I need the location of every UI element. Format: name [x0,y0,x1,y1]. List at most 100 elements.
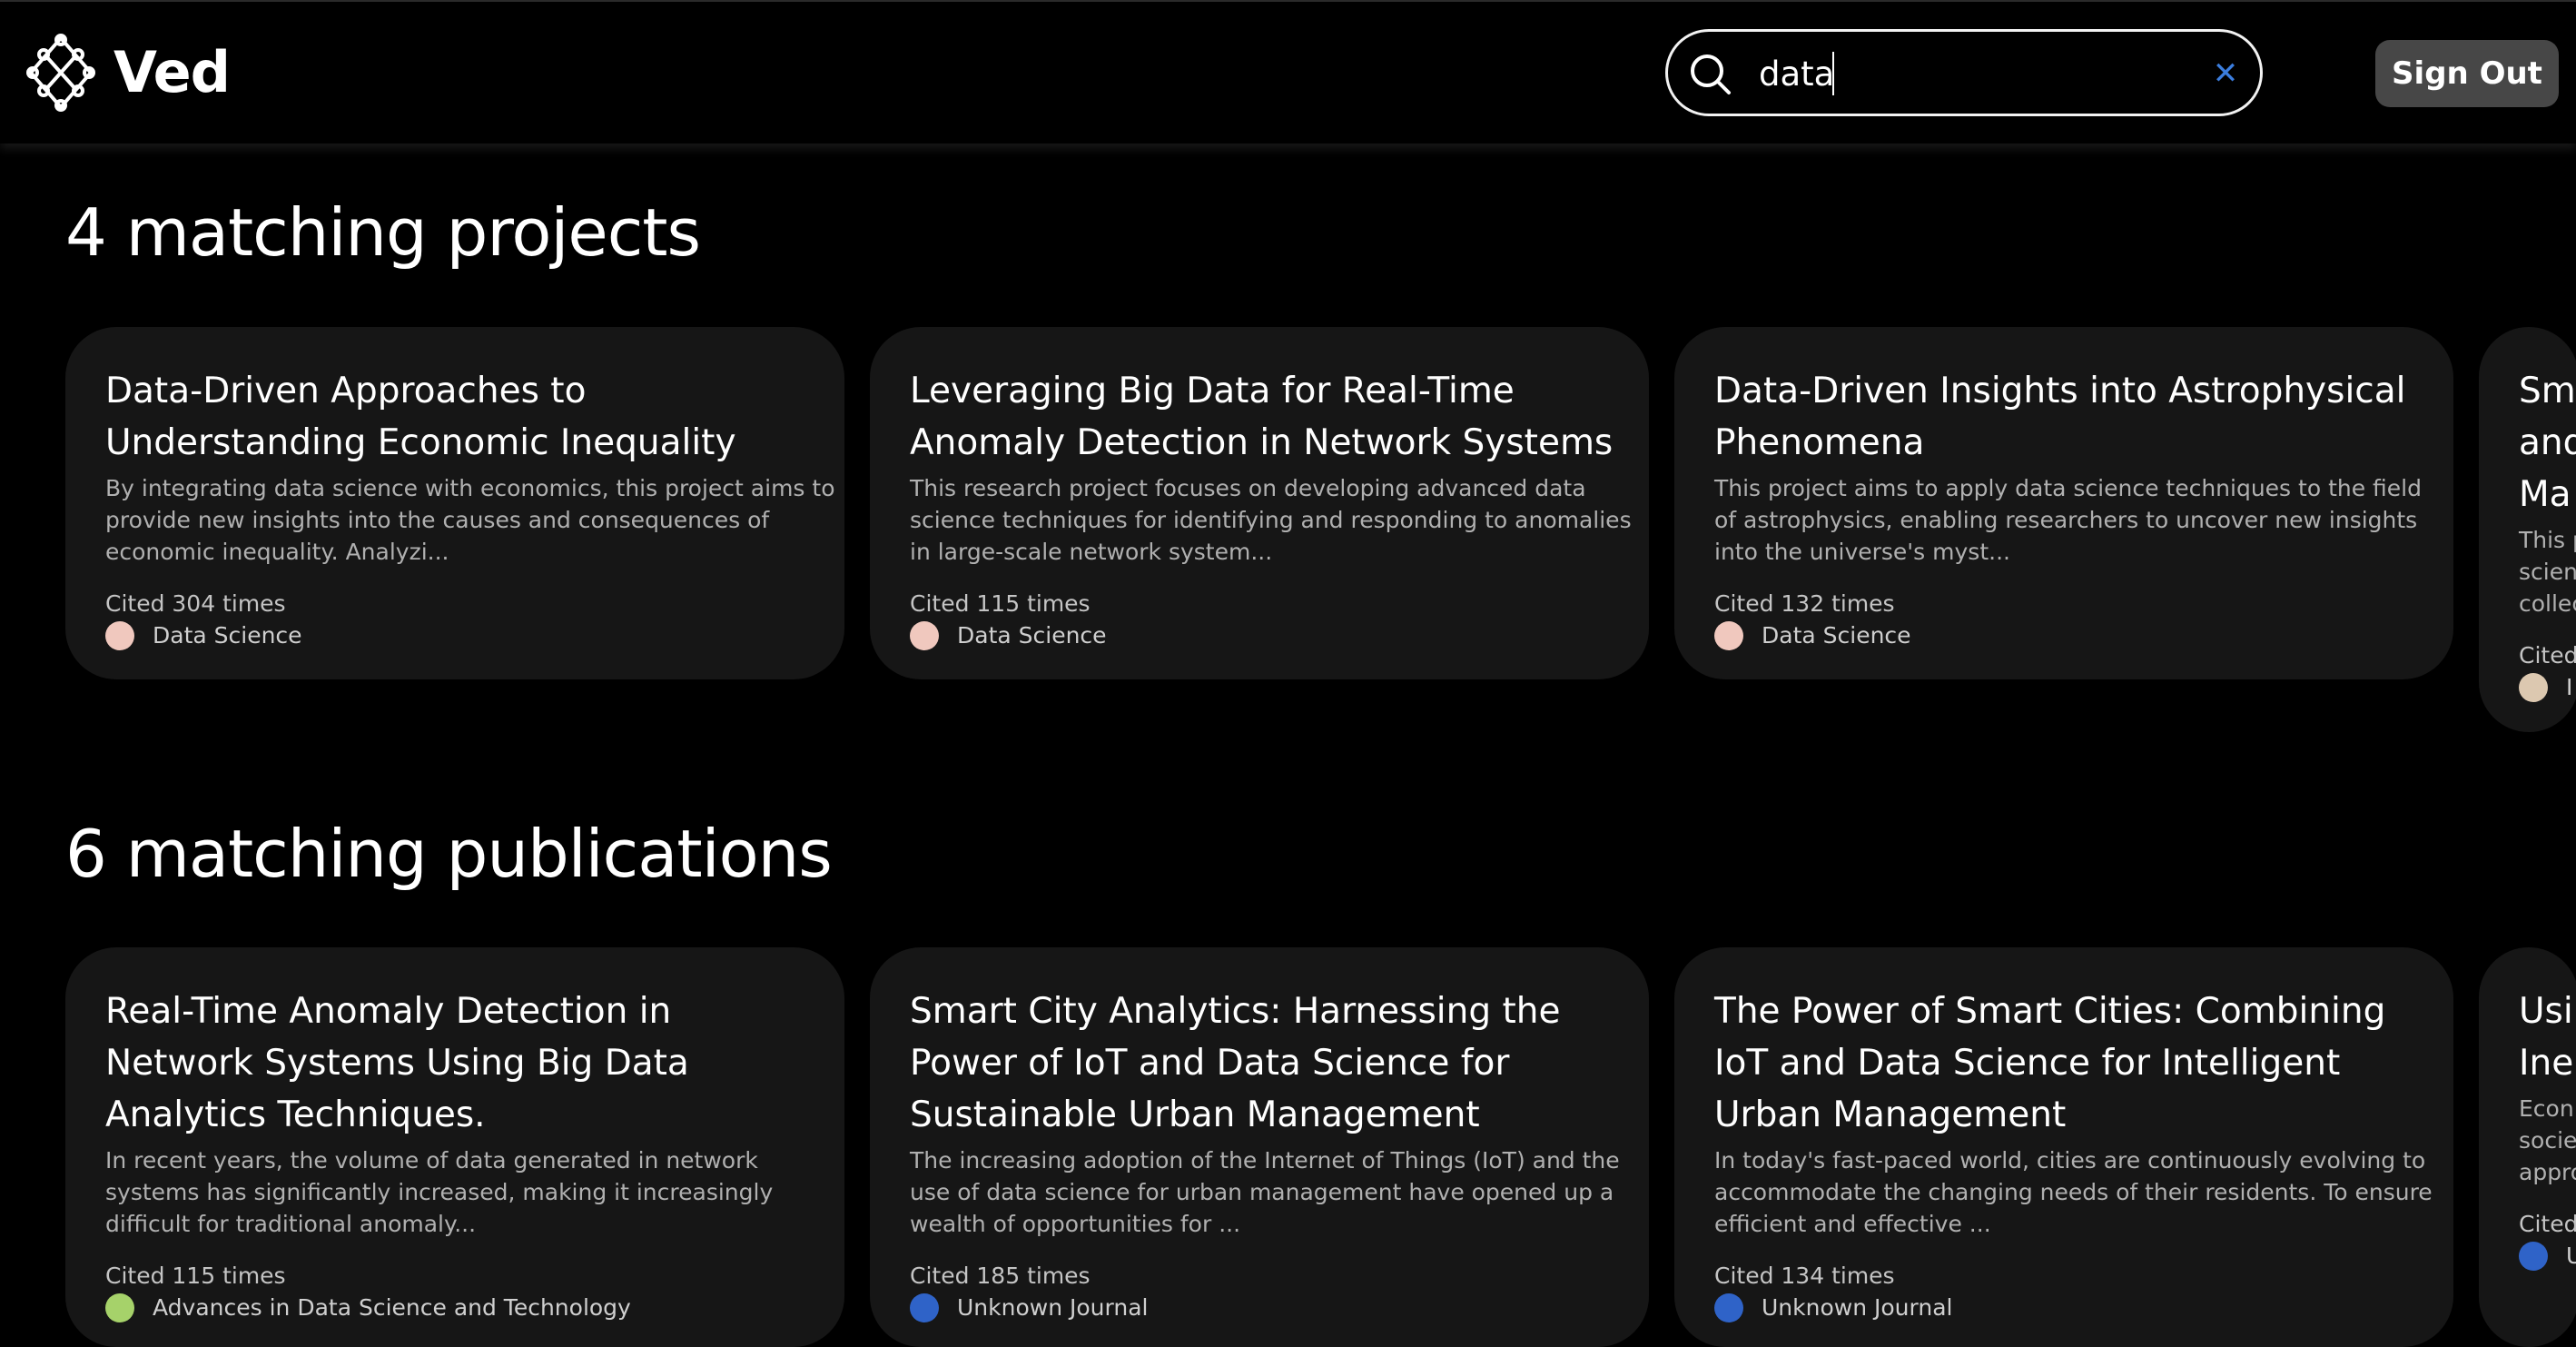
card-description: This research project focuses on develop… [910,472,1632,568]
top-bar: Ved ✕ Sign Out [0,0,2576,144]
card-description-line: accommodate the changing needs of their … [1714,1179,2433,1205]
card-description-line: In recent years, the volume of data gene… [105,1147,758,1174]
citation-count: Cited 134 times [1714,1263,1895,1289]
card-tag: Data Science [910,619,1609,651]
card-description: In today's fast-paced world, cities are … [1714,1144,2433,1240]
tag-color-dot [105,1293,134,1322]
tag-label: Unknown Journal [957,1294,1149,1321]
card-title-line: Ma [2519,474,2571,515]
card-description-line: This research project focuses on develop… [910,475,1586,501]
app-logo-text[interactable]: Ved [114,35,231,111]
card-description-line: This project aims to apply data science … [1714,475,2422,501]
card-title: Usi Ine [2519,985,2576,1089]
card-tag: Advances in Data Science and Technology [105,1292,804,1323]
card-title-line: Anomaly Detection in Network Systems [910,422,1614,463]
search-icon [1691,54,1731,94]
card-title: Data-Driven Insights into Astrophysical P… [1714,365,2413,469]
sign-out-button[interactable]: Sign Out [2375,40,2559,107]
project-card[interactable]: Data-Driven Insights into Astrophysical P… [1674,327,2453,679]
card-description-line: This p [2519,527,2576,553]
card-title-line: and [2519,422,2576,463]
project-card[interactable]: Data-Driven Approaches to Understanding E… [65,327,844,679]
card-title-line: Data-Driven Approaches to [105,371,587,411]
card-title-line: Network Systems Using Big Data [105,1043,689,1084]
tag-color-dot [1714,1293,1743,1322]
card-title-line: Analytics Techniques. [105,1094,486,1135]
tag-label: Advances in Data Science and Technology [153,1294,631,1321]
card-description-line: collec [2519,590,2576,617]
card-description-line: In today's fast-paced world, cities are … [1714,1147,2426,1174]
card-title: Smart City Analytics: Harnessing the Powe… [910,985,1609,1141]
card-description: The increasing adoption of the Internet … [910,1144,1620,1240]
publication-card[interactable]: Usi Ine Econ socie appro Cited U [2479,947,2576,1347]
tag-label: U [2566,1243,2576,1269]
card-description: In recent years, the volume of data gene… [105,1144,804,1240]
citation-count: Cited 132 times [1714,590,1895,617]
card-title: Sm and Ma [2519,365,2576,520]
project-card[interactable]: Sm and Ma This p scien collec Cited I [2479,327,2576,732]
project-card[interactable]: Leveraging Big Data for Real-Time Anomaly… [870,327,1649,679]
card-description-line: Econ [2519,1095,2574,1122]
citation-count: Cited 115 times [105,1263,286,1289]
card-description: This p scien collec [2519,524,2576,619]
search-input[interactable] [1759,48,2176,99]
card-title-line: Phenomena [1714,422,1925,463]
card-title: Data-Driven Approaches to Understanding E… [105,365,804,469]
card-title-line: Data-Driven Insights into Astrophysical [1714,371,2406,411]
citation-count: Cited 304 times [105,590,286,617]
knot-logo-icon[interactable] [25,33,96,113]
card-title-line: Ine [2519,1043,2574,1084]
publication-card[interactable]: The Power of Smart Cities: Combining IoT … [1674,947,2453,1347]
card-description-line: By integrating data science with economi… [105,475,835,501]
card-title-line: Leveraging Big Data for Real-Time [910,371,1515,411]
card-tag: Data Science [1714,619,2413,651]
tag-color-dot [910,1293,939,1322]
card-tag: Data Science [105,619,804,651]
card-description: Econ socie appro [2519,1093,2576,1188]
card-description-line: wealth of opportunities for ... [910,1211,1241,1237]
card-tag: I [2519,671,2576,703]
card-title-line: Sm [2519,371,2576,411]
card-description-line: difficult for traditional anomaly... [105,1211,477,1237]
publication-card[interactable]: Smart City Analytics: Harnessing the Powe… [870,947,1649,1347]
card-tag: Unknown Journal [1714,1292,2413,1323]
tag-color-dot [910,620,939,650]
card-description-line: socie [2519,1127,2576,1154]
card-title-line: The Power of Smart Cities: Combining [1714,991,2386,1032]
tag-color-dot [105,620,134,650]
card-title: Real-Time Anomaly Detection in Network Sy… [105,985,804,1141]
card-title-line: Smart City Analytics: Harnessing the [910,991,1561,1032]
card-description-line: economic inequality. Analyzi... [105,539,449,565]
card-description-line: in large-scale network system... [910,539,1273,565]
card-title-line: Sustainable Urban Management [910,1094,1480,1135]
clear-search-icon[interactable]: ✕ [2209,57,2242,90]
card-tag: Unknown Journal [910,1292,1609,1323]
card-tag: U [2519,1240,2576,1272]
card-description-line: systems has significantly increased, mak… [105,1179,774,1205]
card-title-line: Real-Time Anomaly Detection in [105,991,672,1032]
tag-label: Unknown Journal [1762,1294,1953,1321]
citation-count: Cited [2519,1211,2576,1237]
card-description-line: appro [2519,1159,2576,1185]
text-caret [1832,52,1834,95]
card-title-line: Power of IoT and Data Science for [910,1043,1510,1084]
card-description-line: scien [2519,559,2576,585]
card-title: Leveraging Big Data for Real-Time Anomaly… [910,365,1614,469]
citation-count: Cited 115 times [910,590,1091,617]
search-box[interactable]: ✕ [1665,29,2263,116]
card-description-line: use of data science for urban management… [910,1179,1614,1205]
publication-card[interactable]: Real-Time Anomaly Detection in Network Sy… [65,947,844,1347]
card-description-line: science techniques for identifying and r… [910,507,1632,533]
tag-color-dot [1714,620,1743,650]
tag-color-dot [2519,1241,2548,1271]
card-description: This project aims to apply data science … [1714,472,2422,568]
tag-label: Data Science [957,622,1107,649]
card-description-line: The increasing adoption of the Internet … [910,1147,1620,1174]
tag-label: I [2566,674,2573,700]
citation-count: Cited 185 times [910,1263,1091,1289]
card-description-line: of astrophysics, enabling researchers to… [1714,507,2418,533]
card-title: The Power of Smart Cities: Combining IoT … [1714,985,2413,1141]
card-title-line: Usi [2519,991,2573,1032]
card-title-line: Urban Management [1714,1094,2067,1135]
card-description: By integrating data science with economi… [105,472,835,568]
